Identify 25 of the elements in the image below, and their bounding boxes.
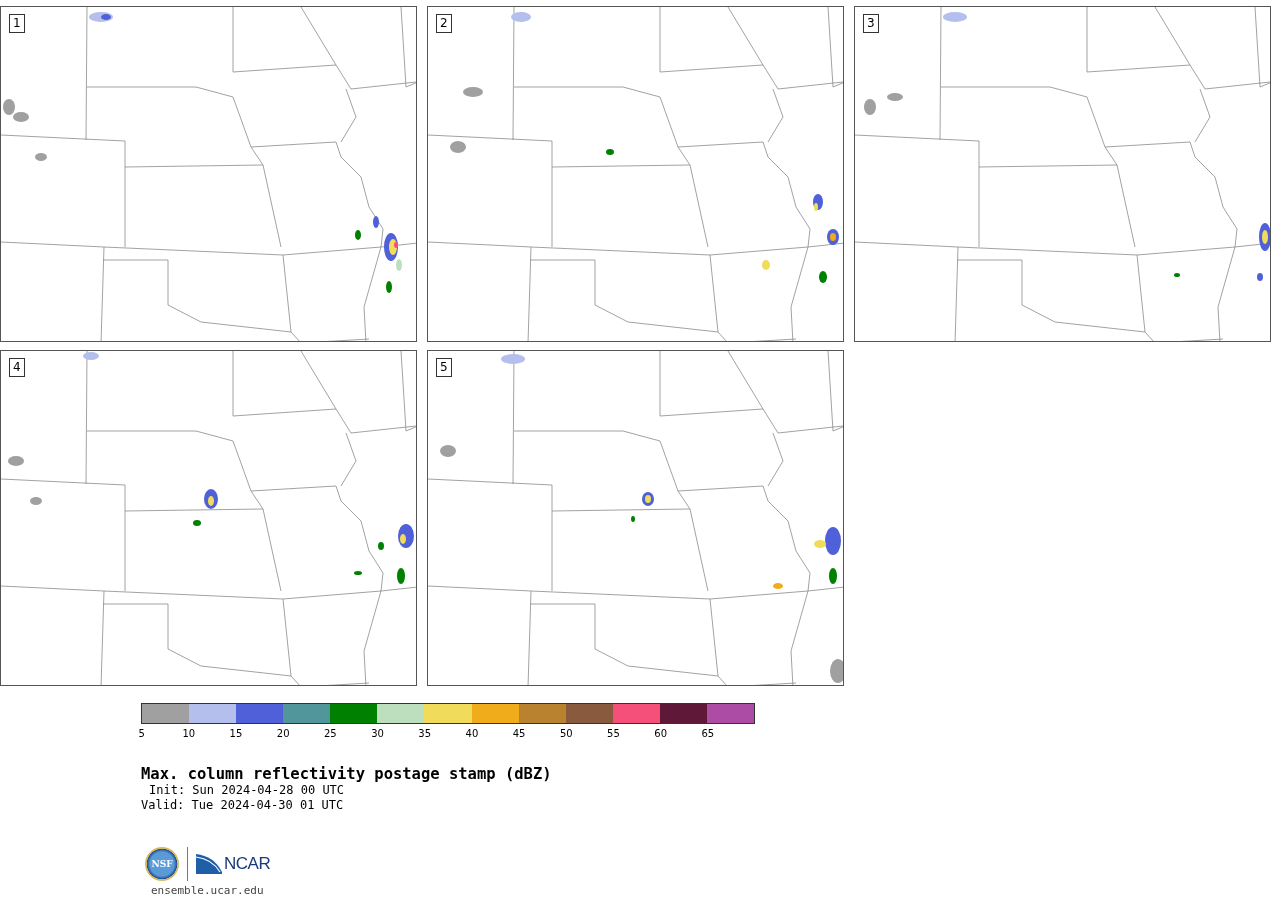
- panel-number: 2: [436, 14, 452, 33]
- ncar-logo-icon: [196, 854, 222, 874]
- chart-title: Max. column reflectivity postage stamp (dBZ): [141, 765, 553, 783]
- tick-label: 15: [228, 728, 244, 739]
- tick-label: 30: [370, 728, 385, 739]
- tick-label: 55: [606, 728, 621, 739]
- tick-label: 65: [700, 728, 716, 739]
- tick-label: 10: [181, 728, 197, 739]
- tick-label: 25: [322, 728, 338, 739]
- tick-label: 20: [275, 728, 291, 739]
- panel-number: 1: [9, 14, 25, 33]
- panel-number: 5: [436, 358, 452, 377]
- panel-number: 4: [9, 358, 25, 377]
- tick-label: 35: [417, 728, 433, 739]
- tick-label: 50: [558, 728, 574, 739]
- ncar-logo-text: NCAR: [224, 854, 271, 874]
- tick-label: 5: [137, 728, 146, 739]
- tick-label: 40: [464, 728, 480, 739]
- init-time: Init: Sun 2024-04-28 00 UTC: [149, 783, 346, 798]
- valid-time: Valid: Tue 2024-04-30 01 UTC: [141, 798, 345, 813]
- website-url: ensemble.ucar.edu: [151, 884, 265, 897]
- tick-label: 45: [511, 728, 527, 739]
- nsf-logo: NSF: [145, 847, 179, 881]
- panel-number: 3: [863, 14, 879, 33]
- tick-label: 60: [653, 728, 668, 739]
